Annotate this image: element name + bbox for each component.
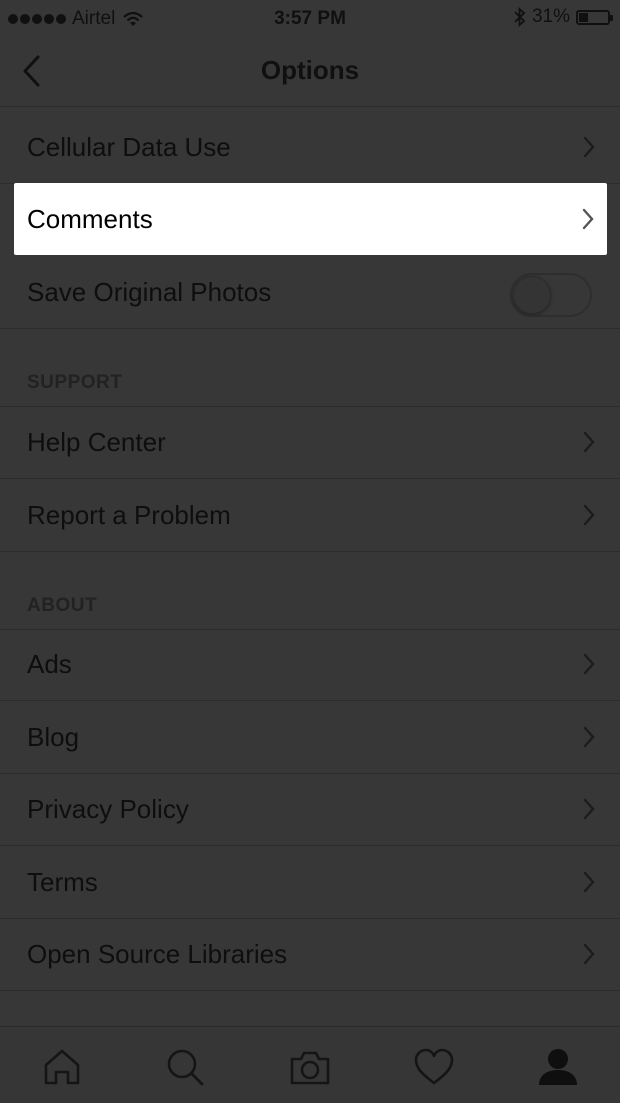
- chevron-right-icon: [583, 871, 595, 893]
- row-label: Ads: [27, 649, 72, 679]
- status-right: 31%: [514, 6, 613, 28]
- chevron-right-icon: [582, 208, 594, 230]
- row-cellular-data-use[interactable]: Cellular Data Use: [0, 111, 620, 184]
- save-original-photos-toggle[interactable]: [510, 273, 592, 317]
- chevron-right-icon: [583, 943, 595, 965]
- chevron-right-icon: [583, 431, 595, 453]
- chevron-right-icon: [583, 798, 595, 820]
- page-title: Options: [260, 55, 360, 85]
- chevron-right-icon: [583, 726, 595, 748]
- row-blog[interactable]: Blog: [0, 701, 620, 774]
- battery-icon: [576, 9, 613, 25]
- status-bar: Airtel 3:57 PM 31%: [0, 0, 620, 36]
- section-header-label: ABOUT: [27, 595, 98, 616]
- row-label: Save Original Photos: [27, 277, 272, 307]
- row-label: Comments: [27, 204, 153, 234]
- row-help-center[interactable]: Help Center: [0, 406, 620, 479]
- section-header-support: SUPPORT: [0, 328, 620, 407]
- row-ads[interactable]: Ads: [0, 628, 620, 701]
- row-label: Report a Problem: [27, 500, 231, 530]
- row-label: Open Source Libraries: [27, 939, 288, 969]
- toggle-knob: [513, 276, 551, 314]
- row-terms[interactable]: Terms: [0, 846, 620, 919]
- row-comments[interactable]: Comments: [14, 183, 607, 255]
- row-label: Cellular Data Use: [27, 132, 231, 162]
- tab-bar: [0, 1026, 620, 1103]
- row-report-a-problem[interactable]: Report a Problem: [0, 479, 620, 552]
- row-save-original-photos: Save Original Photos: [0, 256, 620, 329]
- heart-icon[interactable]: [412, 1045, 456, 1089]
- bluetooth-icon: [514, 7, 526, 27]
- chevron-right-icon: [583, 653, 595, 675]
- row-label: Blog: [27, 722, 80, 752]
- section-header-about: ABOUT: [0, 551, 620, 630]
- profile-icon[interactable]: [536, 1045, 580, 1089]
- chevron-right-icon: [583, 136, 595, 158]
- section-header-label: SUPPORT: [27, 372, 123, 393]
- battery-percent: 31%: [531, 6, 570, 27]
- search-icon[interactable]: [163, 1045, 207, 1089]
- navigation-bar: Options: [0, 36, 620, 107]
- row-label: Help Center: [27, 427, 166, 457]
- row-privacy-policy[interactable]: Privacy Policy: [0, 773, 620, 846]
- row-label: Terms: [27, 867, 98, 897]
- home-icon[interactable]: [40, 1045, 84, 1089]
- chevron-right-icon: [583, 504, 595, 526]
- row-label: Privacy Policy: [27, 794, 189, 824]
- row-open-source-libraries[interactable]: Open Source Libraries: [0, 918, 620, 991]
- camera-icon[interactable]: [288, 1045, 332, 1089]
